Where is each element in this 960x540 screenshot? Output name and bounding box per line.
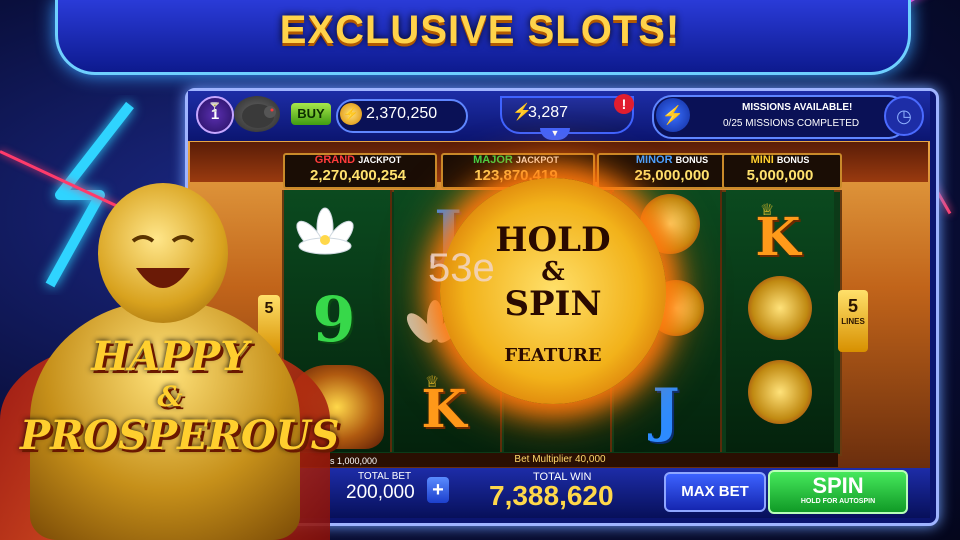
spin-button[interactable]: SPIN HOLD FOR AUTOSPIN [768,470,908,514]
banner-title: EXCLUSIVE SLOTS! [279,8,681,52]
watermark-text: 53e [428,246,495,290]
j-symbol: J [652,376,680,444]
spin-label: SPIN [812,473,864,498]
buy-button[interactable]: BUY [291,103,331,125]
missions-available: MISSIONS AVAILABLE! [742,102,853,113]
game-title-line1: HAPPY [91,333,249,380]
buddha-symbol [748,276,812,340]
plus-icon: + [432,479,444,501]
missions-bolt-icon: ⚡ [656,98,690,132]
autospin-hint: HOLD FOR AUTOSPIN [800,498,876,505]
buddha-head [98,183,228,323]
energy-value: 3,287 [528,104,569,121]
jackpot-mini-value: 5,000,000 [746,167,814,184]
cocktail-icon: 🍸 [209,102,221,112]
jackpot-grand-label: GRAND JACKPOT [314,154,402,166]
feature-label: FEATURE [504,345,602,366]
game-title-line2: & [157,380,183,413]
total-bet-value: 200,000 [346,482,415,503]
total-win-value: 7,388,620 [489,480,614,511]
coin-balance: 2,370,250 [366,105,438,122]
missions-completed: 0/25 MISSIONS COMPLETED [723,118,860,129]
coin-icon: ⚡ [340,103,362,125]
buddha-symbol [748,360,812,424]
crown-icon: ♕ [425,374,440,391]
jackpot-major-label: MAJOR JACKPOT [473,154,559,166]
level-badge[interactable]: 🍸 1 [196,96,234,134]
lines-tag-right: 5 LINES [838,290,868,352]
clock-icon[interactable]: ◷ [884,96,924,136]
jackpot-mini-label: MINI BONUS [750,154,810,166]
crown-icon: ♕ [760,202,775,219]
k-symbol: K [755,207,801,268]
k-symbol: K [421,379,467,440]
total-bet-label: TOTAL BET [358,471,412,482]
alert-icon[interactable]: ! [614,94,634,114]
game-title-line3: PROSPEROUS [20,412,340,459]
piggy-bank-icon[interactable] [234,96,280,132]
increase-bet-button[interactable]: + [427,477,449,503]
max-bet-button[interactable]: MAX BET [664,472,766,512]
jackpot-grand-value: 2,270,400,254 [310,167,406,184]
lotus-symbol [296,207,354,255]
